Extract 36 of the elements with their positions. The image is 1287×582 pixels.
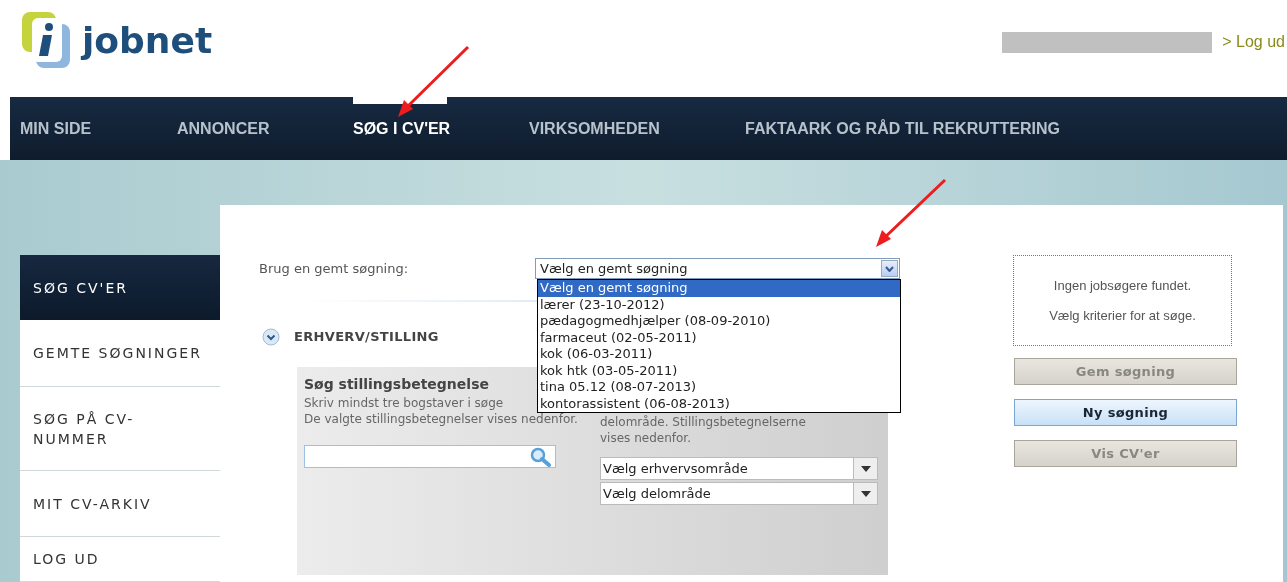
panel-heading: Søg stillingsbetegnelse [304, 375, 489, 394]
saved-search-select[interactable]: Vælg en gemt søgning [535, 258, 900, 279]
category-select[interactable]: Vælg delområde [600, 482, 878, 505]
help-text: delområde. Stillingsbetegnelserne vises nedenfor. [600, 414, 807, 446]
dropdown-option[interactable]: kok (06-03-2011) [538, 346, 900, 363]
dropdown-list[interactable]: Vælg en gemt søgning lærer (23-10-2012) pædagogmedhjælper (08-09-2010) farmaceut (02-05-2011) kok (06-03-2011) kok htk (03-05-2011) tina 05.12 (08-07-2013) kontorassistent (06-08-2013) [537, 279, 901, 413]
nav-tab[interactable]: MIN SIDE [20, 116, 92, 141]
nav-tab[interactable]: SØG I CV'ER [353, 116, 451, 141]
dropdown-option[interactable]: tina 05.12 (08-07-2013) [538, 379, 900, 396]
sidebar-item[interactable]: SØG CV'ER [20, 255, 220, 320]
dropdown-option[interactable]: pædagogmedhjælper (08-09-2010) [538, 313, 900, 330]
chevron-down-icon[interactable] [262, 327, 280, 346]
nav-tab[interactable]: FAKTAARK OG RÅD TIL REKRUTTERING [745, 116, 1060, 141]
logout-link[interactable]: > Log ud [1222, 30, 1285, 54]
dropdown-option[interactable]: farmaceut (02-05-2011) [538, 329, 900, 346]
annotation-arrow [398, 45, 470, 117]
dropdown-option[interactable]: kok htk (03-05-2011) [538, 362, 900, 379]
field-label: Brug en gemt søgning: [259, 259, 410, 278]
dropdown-option[interactable]: Vælg en gemt søgning [538, 280, 900, 297]
nav-tab[interactable]: ANNONCER [177, 116, 270, 141]
category-select[interactable]: Vælg erhvervsområde [600, 457, 878, 480]
nav-tab[interactable]: VIRKSOMHEDEN [529, 116, 660, 141]
section-title[interactable]: ERHVERV/STILLING [294, 327, 439, 347]
logo-text: jobnet [79, 19, 214, 63]
help-text: De valgte stillingsbetegnelser vises nedenfor. [304, 411, 579, 427]
caret-icon[interactable] [853, 483, 877, 504]
dropdown-option[interactable]: lærer (23-10-2012) [538, 296, 900, 313]
status-message: Vælg kriterier for at søge. [1049, 306, 1196, 325]
annotation-arrow [876, 178, 947, 247]
primary-button[interactable]: Ny søgning [1014, 399, 1237, 426]
search-icon[interactable] [529, 446, 553, 467]
status-message: Ingen jobsøgere fundet. [1053, 277, 1192, 295]
job-title-search-field[interactable] [304, 445, 556, 468]
caret-icon[interactable] [853, 458, 877, 479]
dropdown-option[interactable]: kontorassistent (06-08-2013) [538, 395, 900, 412]
caret-icon[interactable] [881, 260, 898, 277]
